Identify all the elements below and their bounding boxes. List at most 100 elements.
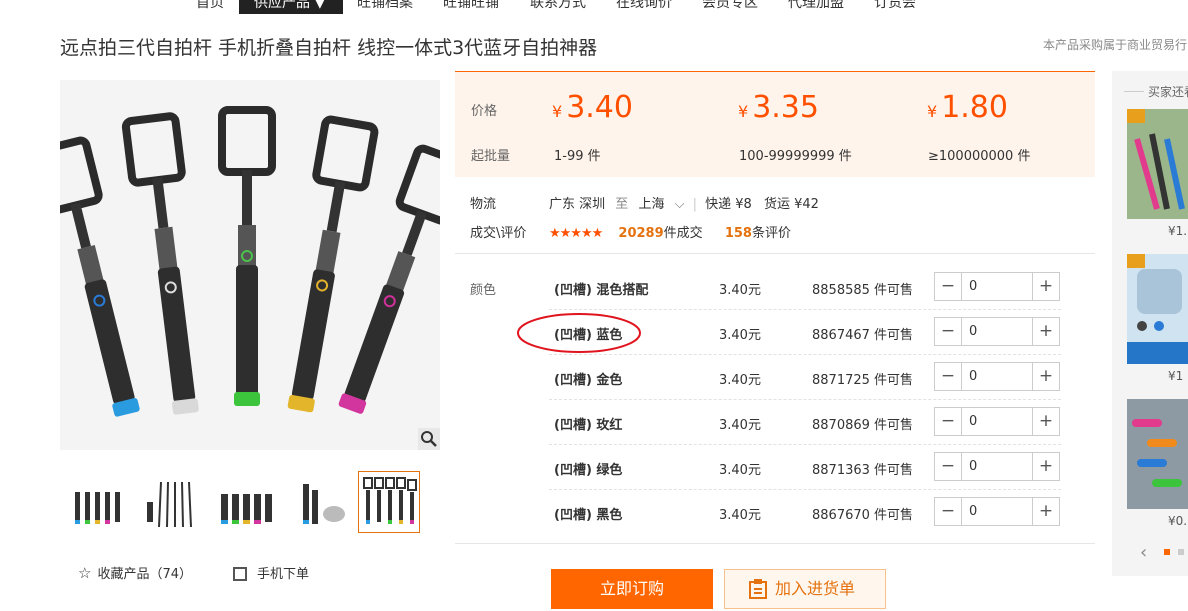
selfie-sticks-illustration [60, 80, 440, 450]
currency-symbol: ¥ [738, 102, 749, 121]
sku-name: (凹槽) 绿色 [554, 463, 623, 478]
to-word: 至 [615, 197, 629, 212]
review-count[interactable]: 158 [725, 226, 752, 241]
carousel-dot[interactable] [1178, 549, 1184, 555]
recommended-price: ¥0. [1168, 514, 1188, 528]
recommended-product-image[interactable] [1127, 399, 1188, 509]
sku-price: 3.40元 [719, 418, 761, 433]
quantity-stepper: − 0 + [934, 317, 1060, 346]
quantity-stepper: − 0 + [934, 497, 1060, 526]
sku-stock: 8871725 件可售 [812, 373, 914, 388]
thumbnail[interactable] [288, 471, 350, 533]
mobile-order-button[interactable]: 手机下单 [233, 563, 309, 582]
divider [455, 543, 1095, 544]
top-navigation: 首页 供应产品 ▼ 旺铺档案 旺铺旺铺 联系方式 在线询价 会员专区 代理加盟 … [0, 0, 1188, 14]
nav-item-products[interactable]: 供应产品 ▼ [239, 0, 343, 14]
price-tier-2: ¥3.35 [738, 90, 819, 125]
minus-button[interactable]: − [935, 408, 962, 435]
quantity-input[interactable]: 0 [969, 459, 977, 474]
sku-stock: 8871363 件可售 [812, 463, 914, 478]
plus-button[interactable]: + [1032, 363, 1059, 390]
review-text: 条评价 [751, 226, 791, 241]
moq-label: 起批量 [471, 149, 511, 164]
nav-item-orderfair[interactable]: 订货会 [874, 0, 916, 12]
annotation-ellipse [517, 313, 641, 353]
divider [455, 253, 1095, 254]
add-to-list-button[interactable]: 加入进货单 [724, 569, 886, 609]
thumbnail[interactable] [140, 471, 202, 533]
thumbnail[interactable] [214, 471, 276, 533]
currency-symbol: ¥ [552, 102, 563, 121]
product-title: 远点拍三代自拍杆 手机折叠自拍杆 线控一体式3代蓝牙自拍神器 [60, 37, 598, 59]
sold-count[interactable]: 20289 [618, 226, 663, 241]
qty-tier-3: ≥100000000 件 [928, 149, 1031, 164]
nav-item-inquiry[interactable]: 在线询价 [616, 0, 672, 12]
favorite-button[interactable]: ☆ 收藏产品（74） [78, 563, 192, 582]
price-value: 3.40 [566, 90, 633, 125]
recommend-sidebar: 买家还看 ¥1. ¥1 ¥0. ‹ [1112, 71, 1188, 576]
quantity-input[interactable]: 0 [969, 504, 977, 519]
minus-button[interactable]: − [935, 318, 962, 345]
plus-button[interactable]: + [1032, 318, 1059, 345]
nav-item-products-label: 供应产品 ▼ [254, 0, 326, 11]
nav-item-archive[interactable]: 旺铺档案 [357, 0, 413, 12]
recommended-product-image[interactable] [1127, 254, 1188, 364]
deals-label: 成交\评价 [470, 226, 527, 241]
plus-button[interactable]: + [1032, 453, 1059, 480]
quantity-input[interactable]: 0 [969, 279, 977, 294]
recommended-price: ¥1 [1168, 369, 1184, 383]
nav-item-home[interactable]: 首页 [196, 0, 224, 12]
quantity-input[interactable]: 0 [969, 414, 977, 429]
freight-fee: 货运 ¥42 [763, 197, 819, 212]
minus-button[interactable]: − [935, 453, 962, 480]
chevron-down-icon: ⌵ [674, 197, 685, 212]
price-value: 1.80 [941, 90, 1008, 125]
buy-now-button[interactable]: 立即订购 [551, 569, 713, 609]
nav-item-shop[interactable]: 旺铺旺铺 [443, 0, 499, 12]
currency-symbol: ¥ [927, 102, 938, 121]
sku-price: 3.40元 [719, 373, 761, 388]
nav-item-members[interactable]: 会员专区 [702, 0, 758, 12]
thumbnail[interactable] [66, 471, 128, 533]
price-tier-1: ¥3.40 [552, 90, 633, 125]
ship-to-select[interactable]: 上海 ⌵ [638, 197, 684, 212]
price-panel: 价格 起批量 ¥3.40 ¥3.35 ¥1.80 1-99 件 100-9999… [455, 71, 1095, 177]
qr-code-icon [233, 567, 247, 581]
carousel-dot-active[interactable] [1164, 549, 1170, 555]
plus-button[interactable]: + [1032, 498, 1059, 525]
zoom-icon[interactable] [418, 428, 440, 450]
logistics-row: 广东 深圳 至 上海 ⌵ | 快递 ¥8 货运 ¥42 [549, 193, 819, 212]
express-fee: 快递 ¥8 [705, 197, 752, 212]
minus-button[interactable]: − [935, 273, 962, 300]
quantity-stepper: − 0 + [934, 452, 1060, 481]
recommended-product-image[interactable] [1127, 109, 1188, 219]
chevron-left-icon[interactable]: ‹ [1140, 542, 1147, 563]
mobile-order-label: 手机下单 [257, 567, 310, 582]
sku-price: 3.40元 [719, 283, 761, 298]
ship-to-value: 上海 [638, 197, 665, 212]
color-label: 颜色 [470, 283, 497, 298]
minus-button[interactable]: − [935, 498, 962, 525]
sku-row: (凹槽) 黑色 3.40元 8867670 件可售 − 0 + [549, 490, 1061, 535]
sku-row: (凹槽) 玫红 3.40元 8870869 件可售 − 0 + [549, 400, 1061, 445]
sold-text: 件成交 [663, 226, 703, 241]
quantity-input[interactable]: 0 [969, 324, 977, 339]
quantity-input[interactable]: 0 [969, 369, 977, 384]
thumbnail-selected[interactable] [358, 471, 420, 533]
sku-name: (凹槽) 混色搭配 [554, 283, 649, 298]
nav-item-contact[interactable]: 联系方式 [530, 0, 586, 12]
sku-stock: 8867670 件可售 [812, 508, 914, 523]
sku-row: (凹槽) 金色 3.40元 8871725 件可售 − 0 + [549, 355, 1061, 400]
sku-name: (凹槽) 黑色 [554, 508, 623, 523]
sku-row: (凹槽) 绿色 3.40元 8871363 件可售 − 0 + [549, 445, 1061, 490]
plus-button[interactable]: + [1032, 273, 1059, 300]
main-product-image[interactable] [60, 80, 440, 450]
minus-button[interactable]: − [935, 363, 962, 390]
sku-stock: 8870869 件可售 [812, 418, 914, 433]
ship-from: 广东 深圳 [549, 197, 606, 212]
plus-button[interactable]: + [1032, 408, 1059, 435]
sku-stock: 8858585 件可售 [812, 283, 914, 298]
add-to-list-label: 加入进货单 [775, 579, 856, 598]
nav-item-agents[interactable]: 代理加盟 [788, 0, 844, 12]
thumbnail-image [147, 481, 192, 528]
